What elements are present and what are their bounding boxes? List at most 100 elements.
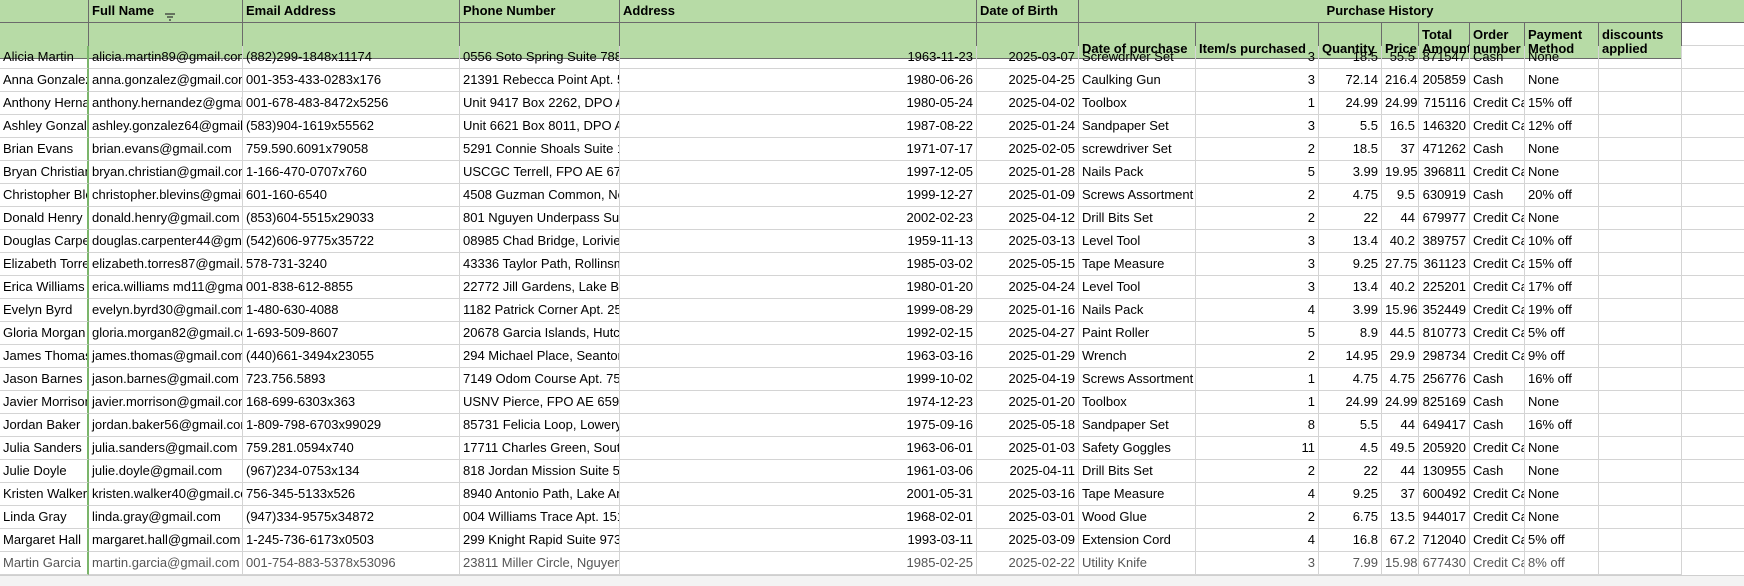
- cell-order-number[interactable]: 389757: [1419, 230, 1470, 253]
- cell-quantity[interactable]: 3: [1196, 46, 1319, 69]
- cell-item[interactable]: Safety Goggles: [1079, 437, 1196, 460]
- cell-dob[interactable]: 1961-03-06: [620, 460, 977, 483]
- cell-quantity[interactable]: 11: [1196, 437, 1319, 460]
- cell-date-of-purchase[interactable]: 2025-01-03: [977, 437, 1079, 460]
- cell-discount[interactable]: None: [1525, 483, 1599, 506]
- cell-address[interactable]: 85731 Felicia Loop, Lowerywille, ND 7535…: [460, 414, 620, 437]
- header-email[interactable]: Email Address: [243, 0, 460, 23]
- cell-quantity[interactable]: 1: [1196, 368, 1319, 391]
- cell-item[interactable]: Utility Knife: [1079, 552, 1196, 575]
- cell-phone[interactable]: (542)606-9775x35722: [243, 230, 460, 253]
- empty-cell[interactable]: [1599, 138, 1682, 161]
- cell-quantity[interactable]: 2: [1196, 207, 1319, 230]
- cell-item[interactable]: Screws Assortment: [1079, 368, 1196, 391]
- cell-total[interactable]: 44: [1382, 414, 1419, 437]
- empty-cell[interactable]: [1599, 230, 1682, 253]
- cell-payment-method[interactable]: Cash: [1470, 460, 1525, 483]
- cell-order-number[interactable]: 298734: [1419, 345, 1470, 368]
- cell-total[interactable]: 19.95: [1382, 161, 1419, 184]
- cell-discount[interactable]: None: [1525, 69, 1599, 92]
- cell-quantity[interactable]: 2: [1196, 460, 1319, 483]
- cell-date-of-purchase[interactable]: 2025-04-11: [977, 460, 1079, 483]
- cell-address[interactable]: 7149 Odom Course Apt. 750, Juarezchester…: [460, 368, 620, 391]
- cell-payment-method[interactable]: Credit Card: [1470, 345, 1525, 368]
- cell-email[interactable]: julia.sanders@gmail.com: [89, 437, 243, 460]
- cell-address[interactable]: 23811 Miller Circle, Nguyentown, VA 8774…: [460, 552, 620, 575]
- cell-email[interactable]: elizabeth.torres87@gmail.com: [89, 253, 243, 276]
- cell-item[interactable]: Caulking Gun: [1079, 69, 1196, 92]
- cell-order-number[interactable]: 146320: [1419, 115, 1470, 138]
- cell-item[interactable]: Screws Assortment: [1079, 184, 1196, 207]
- cell-discount[interactable]: 9% off: [1525, 345, 1599, 368]
- cell-quantity[interactable]: 3: [1196, 115, 1319, 138]
- cell-price[interactable]: 4.75: [1319, 184, 1382, 207]
- cell-price[interactable]: 13.4: [1319, 276, 1382, 299]
- cell-payment-method[interactable]: Credit Card: [1470, 161, 1525, 184]
- cell-phone[interactable]: (947)334-9575x34872: [243, 506, 460, 529]
- empty-cell[interactable]: [1599, 414, 1682, 437]
- cell-quantity[interactable]: 3: [1196, 69, 1319, 92]
- cell-date-of-purchase[interactable]: 2025-03-16: [977, 483, 1079, 506]
- cell-item[interactable]: Drill Bits Set: [1079, 460, 1196, 483]
- empty-cell[interactable]: [1599, 115, 1682, 138]
- cell-total[interactable]: 49.5: [1382, 437, 1419, 460]
- cell-total[interactable]: 40.2: [1382, 276, 1419, 299]
- cell-date-of-purchase[interactable]: 2025-02-22: [977, 552, 1079, 575]
- empty-cell[interactable]: [1599, 460, 1682, 483]
- cell-date-of-purchase[interactable]: 2025-05-15: [977, 253, 1079, 276]
- empty-cell[interactable]: [1599, 46, 1682, 69]
- cell-date-of-purchase[interactable]: 2025-04-02: [977, 92, 1079, 115]
- cell-phone[interactable]: 759.281.0594x740: [243, 437, 460, 460]
- cell-dob[interactable]: 1997-12-05: [620, 161, 977, 184]
- cell-full-name[interactable]: Anthony Hernandez: [0, 92, 89, 115]
- cell-dob[interactable]: 2002-02-23: [620, 207, 977, 230]
- cell-dob[interactable]: 1980-01-20: [620, 276, 977, 299]
- cell-item[interactable]: Nails Pack: [1079, 161, 1196, 184]
- row-number[interactable]: 21: [1682, 483, 1744, 506]
- cell-payment-method[interactable]: Cash: [1470, 69, 1525, 92]
- empty-cell[interactable]: [1599, 276, 1682, 299]
- cell-order-number[interactable]: 471262: [1419, 138, 1470, 161]
- cell-address[interactable]: 1182 Patrick Corner Apt. 251, North Chri…: [460, 299, 620, 322]
- cell-full-name[interactable]: Julie Doyle: [0, 460, 89, 483]
- cell-address[interactable]: 818 Jordan Mission Suite 505, Rachelstad…: [460, 460, 620, 483]
- cell-payment-method[interactable]: Cash: [1470, 414, 1525, 437]
- cell-full-name[interactable]: Erica Williams MD: [0, 276, 89, 299]
- cell-full-name[interactable]: Douglas Carpenter: [0, 230, 89, 253]
- cell-dob[interactable]: 1968-02-01: [620, 506, 977, 529]
- cell-email[interactable]: anthony.hernandez@gmail.com: [89, 92, 243, 115]
- cell-phone[interactable]: 1-693-509-8607: [243, 322, 460, 345]
- cell-quantity[interactable]: 4: [1196, 529, 1319, 552]
- cell-phone[interactable]: 001-754-883-5378x53096: [243, 552, 460, 575]
- cell-total[interactable]: 29.9: [1382, 345, 1419, 368]
- cell-quantity[interactable]: 2: [1196, 138, 1319, 161]
- cell-item[interactable]: Extension Cord: [1079, 529, 1196, 552]
- cell-address[interactable]: USCGC Terrell, FPO AE 67525: [460, 161, 620, 184]
- cell-dob[interactable]: 1963-03-16: [620, 345, 977, 368]
- row-number[interactable]: 14: [1682, 322, 1744, 345]
- cell-address[interactable]: 43336 Taylor Path, Rollinsmouth, WV 8194…: [460, 253, 620, 276]
- empty-cell[interactable]: [1599, 529, 1682, 552]
- cell-order-number[interactable]: 944017: [1419, 506, 1470, 529]
- cell-address[interactable]: 5291 Connie Shoals Suite 124, Connorfurt…: [460, 138, 620, 161]
- cell-address[interactable]: 20678 Garcia Islands, Hutchinsonport, NC…: [460, 322, 620, 345]
- cell-discount[interactable]: None: [1525, 207, 1599, 230]
- cell-phone[interactable]: 578-731-3240: [243, 253, 460, 276]
- empty-cell[interactable]: [1599, 253, 1682, 276]
- cell-order-number[interactable]: 361123: [1419, 253, 1470, 276]
- cell-date-of-purchase[interactable]: 2025-04-24: [977, 276, 1079, 299]
- cell-total[interactable]: 67.2: [1382, 529, 1419, 552]
- row-number[interactable]: 11: [1682, 253, 1744, 276]
- row-number[interactable]: 6: [1682, 138, 1744, 161]
- cell-payment-method[interactable]: Credit Card: [1470, 207, 1525, 230]
- cell-dob[interactable]: 1999-08-29: [620, 299, 977, 322]
- cell-item[interactable]: Wrench: [1079, 345, 1196, 368]
- cell-quantity[interactable]: 3: [1196, 552, 1319, 575]
- row-number[interactable]: 9: [1682, 207, 1744, 230]
- cell-price[interactable]: 24.99: [1319, 92, 1382, 115]
- cell-item[interactable]: Tape Measure: [1079, 483, 1196, 506]
- empty-cell[interactable]: [1599, 437, 1682, 460]
- cell-total[interactable]: 24.99: [1382, 92, 1419, 115]
- cell-full-name[interactable]: Kristen Walker: [0, 483, 89, 506]
- cell-quantity[interactable]: 4: [1196, 483, 1319, 506]
